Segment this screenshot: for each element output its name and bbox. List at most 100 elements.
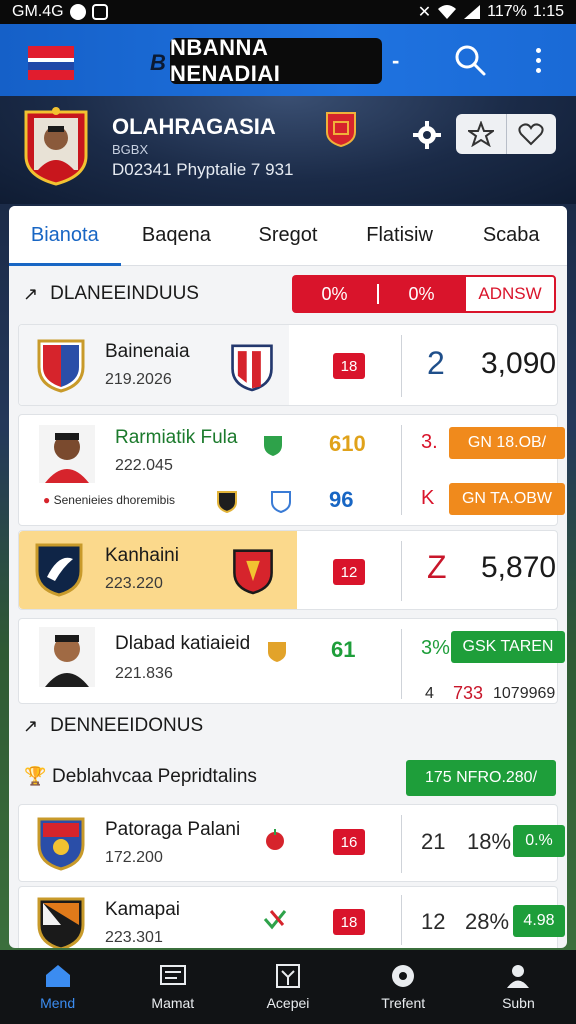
like-heart-button[interactable]	[505, 114, 557, 154]
app-title[interactable]: NBANNA NENADIAI	[170, 35, 382, 86]
clock-label: 1:15	[532, 3, 564, 20]
check-icon	[263, 910, 287, 930]
match-date: 223.301	[105, 929, 163, 946]
nav-label: Mamat	[151, 995, 195, 1011]
trophy-icon: 🏆	[24, 766, 47, 786]
match-date: 219.2026	[105, 371, 172, 388]
club-tag: ● Senenieies dhoremibis	[43, 493, 175, 507]
favorite-star-button[interactable]	[456, 114, 506, 154]
list-item[interactable]: Kanhaini 223.220 12 Z 5,870	[18, 530, 558, 610]
club-tag-icon: ●	[43, 493, 51, 507]
shield-icon	[264, 436, 282, 456]
nav-label: Trefent	[381, 995, 426, 1011]
odds-pill[interactable]: 0.%	[513, 825, 565, 857]
filter-b-label: 0%	[408, 283, 435, 304]
team-avatar[interactable]	[22, 106, 90, 186]
list-item[interactable]: Rarmiatik Fula 222.045 ● Senenieies dhor…	[18, 414, 565, 526]
nav-label: Acepei	[266, 995, 310, 1011]
flag-logo-icon[interactable]	[28, 46, 74, 80]
more-menu-icon[interactable]	[526, 42, 550, 78]
notification-icon	[69, 4, 86, 20]
filter-a-label: 0%	[321, 283, 348, 304]
collapse-icon[interactable]: ↗	[23, 716, 38, 737]
status-bar: GM.4G ✕ 117% 1:15	[0, 0, 576, 24]
nav-label: Mend	[40, 995, 76, 1011]
team-header: OLAHRAGASIA BGBX D02341 Phyptalie 7 931	[0, 96, 576, 204]
stat-b-value: 96	[329, 487, 354, 512]
section-title: DLANEEINDUUS	[50, 283, 199, 304]
list-item[interactable]: Dlabad katiaieid 221.836 61 3% GSK TAREN…	[18, 618, 565, 704]
stat-pct-value: 3%	[421, 637, 450, 659]
team-name: OLAHRAGASIA	[112, 114, 276, 139]
stat-value: 12	[421, 909, 446, 934]
team-crest-icon	[37, 897, 85, 948]
list-item[interactable]: Bainenaia 219.2026 18 2 3,090	[18, 324, 558, 406]
score-badge: 12	[333, 559, 365, 585]
filter-group: 0% 0% ADNSW	[292, 275, 556, 313]
nav-profile[interactable]: Subn	[461, 950, 576, 1024]
tab-baqena[interactable]: Baqena	[121, 206, 233, 265]
team-name: Kamapai	[105, 899, 180, 920]
score-badge: 18	[333, 353, 365, 379]
subsection-pill[interactable]: 175 NFRO.280/	[406, 760, 556, 796]
tab-flatisiw[interactable]: Flatisiw	[344, 206, 456, 265]
nav-home[interactable]: Mend	[0, 950, 115, 1024]
stat-pct-value: 28%	[465, 909, 510, 934]
heart-icon	[518, 123, 544, 146]
list-item[interactable]: Kamapai 223.301 18 12 28% 4.98	[18, 886, 565, 948]
nav-stats[interactable]: Acepei	[230, 950, 345, 1024]
content-card: Bianota Baqena Sregot Flatisiw Scaba ↗ D…	[9, 206, 567, 948]
team-name: Kanhaini	[105, 545, 179, 566]
nav-market[interactable]: Mamat	[115, 950, 230, 1024]
battery-label: 117%	[487, 3, 527, 20]
section-title: DENNEEIDONUS	[50, 715, 204, 736]
star-icon	[467, 121, 494, 147]
bottom-nav: Mend Mamat Acepei Trefent Subn	[0, 950, 576, 1024]
player-avatar	[39, 627, 95, 687]
change-b-value: K	[421, 487, 435, 509]
collapse-icon[interactable]: ↗	[23, 284, 38, 305]
search-icon[interactable]	[452, 42, 488, 78]
title-dropdown-icon[interactable]: -	[392, 48, 399, 74]
player-avatar	[39, 425, 95, 483]
points-value: 3,090	[481, 347, 557, 380]
player-name: Dlabad katiaieid	[115, 633, 251, 654]
points-value: 5,870	[481, 551, 557, 584]
home-icon	[45, 965, 70, 987]
odds-pill-a[interactable]: GN 18.OB/	[449, 427, 565, 459]
divider	[401, 815, 402, 873]
tab-bianota[interactable]: Bianota	[9, 206, 121, 266]
tab-scaba[interactable]: Scaba	[455, 206, 567, 265]
filter-toggle[interactable]: 0% 0%	[292, 275, 464, 313]
tab-sregot[interactable]: Sregot	[232, 206, 344, 265]
player-date: 222.045	[115, 457, 173, 474]
stat-a-value: 610	[329, 431, 366, 456]
change-a-value: 3.	[421, 431, 438, 453]
subsection-title: Deblahvcaa Pepridtalins	[52, 766, 257, 787]
player-date: 221.836	[115, 665, 173, 682]
player-name: Rarmiatik Fula	[115, 427, 238, 448]
odds-pill[interactable]: 4.98	[513, 905, 565, 937]
team-subtitle: BGBX	[112, 142, 149, 157]
odds-pill[interactable]: GSK TAREN	[451, 631, 565, 663]
divider	[401, 335, 402, 397]
gear-icon[interactable]	[412, 120, 442, 150]
brand-mark: B	[150, 50, 166, 75]
rank-number: Z	[427, 549, 447, 585]
filter-action-button[interactable]: ADNSW	[464, 275, 556, 313]
ball-icon	[392, 965, 415, 987]
list-item[interactable]: Patoraga Palani 172.200 16 21 18% 0.%	[18, 804, 565, 882]
wifi-icon	[438, 5, 457, 19]
club-crest-icon	[326, 112, 356, 148]
club-badge-icon	[268, 642, 286, 662]
list-icon	[159, 965, 186, 985]
match-date: 223.220	[105, 575, 163, 592]
score-badge: 18	[333, 909, 365, 935]
nav-events[interactable]: Trefent	[346, 950, 461, 1024]
team-crest-icon	[35, 543, 83, 597]
grid-icon	[276, 964, 300, 988]
odds-pill-b[interactable]: GN TA.OBW	[449, 483, 565, 515]
tab-bar: Bianota Baqena Sregot Flatisiw Scaba	[9, 206, 567, 266]
divider	[401, 895, 402, 945]
nav-label: Subn	[502, 995, 535, 1011]
